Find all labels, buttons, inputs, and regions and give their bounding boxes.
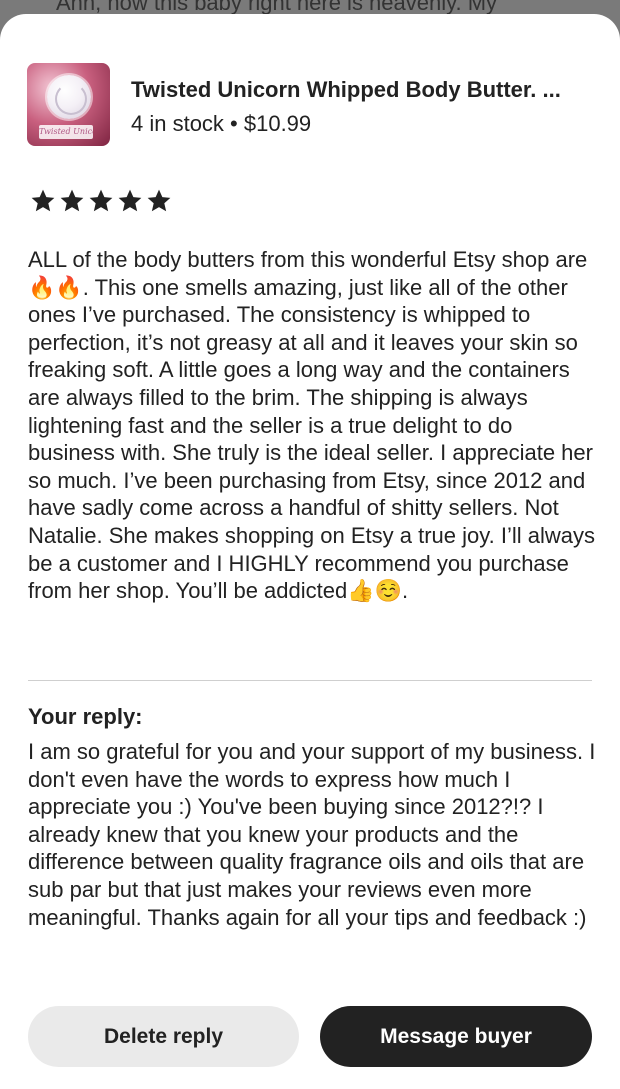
star-icon: [118, 189, 142, 212]
delete-reply-button[interactable]: Delete reply: [28, 1006, 299, 1067]
star-rating: [30, 188, 172, 216]
shop-logo-watermark: Twisted Unicorn: [39, 125, 93, 139]
star-icon: [60, 189, 84, 212]
product-stock-price: 4 in stock • $10.99: [131, 111, 312, 136]
review-text: ALL of the body butters from this wonder…: [28, 247, 595, 604]
review-detail-sheet: Twisted Unicorn Twisted Unicorn Whipped …: [0, 14, 620, 1089]
section-divider: [28, 680, 592, 681]
product-thumbnail: Twisted Unicorn: [27, 63, 110, 146]
product-title: Twisted Unicorn Whipped Body Butter. ...: [131, 77, 561, 102]
star-icon: [89, 189, 113, 212]
whipped-swirl: [55, 83, 87, 115]
star-icon: [147, 189, 171, 212]
message-buyer-button[interactable]: Message buyer: [320, 1006, 592, 1067]
star-icon: [31, 189, 55, 212]
reply-text: I am so grateful for you and your suppor…: [28, 739, 596, 930]
reply-heading: Your reply:: [28, 704, 143, 729]
product-summary[interactable]: Twisted Unicorn Twisted Unicorn Whipped …: [27, 63, 607, 147]
